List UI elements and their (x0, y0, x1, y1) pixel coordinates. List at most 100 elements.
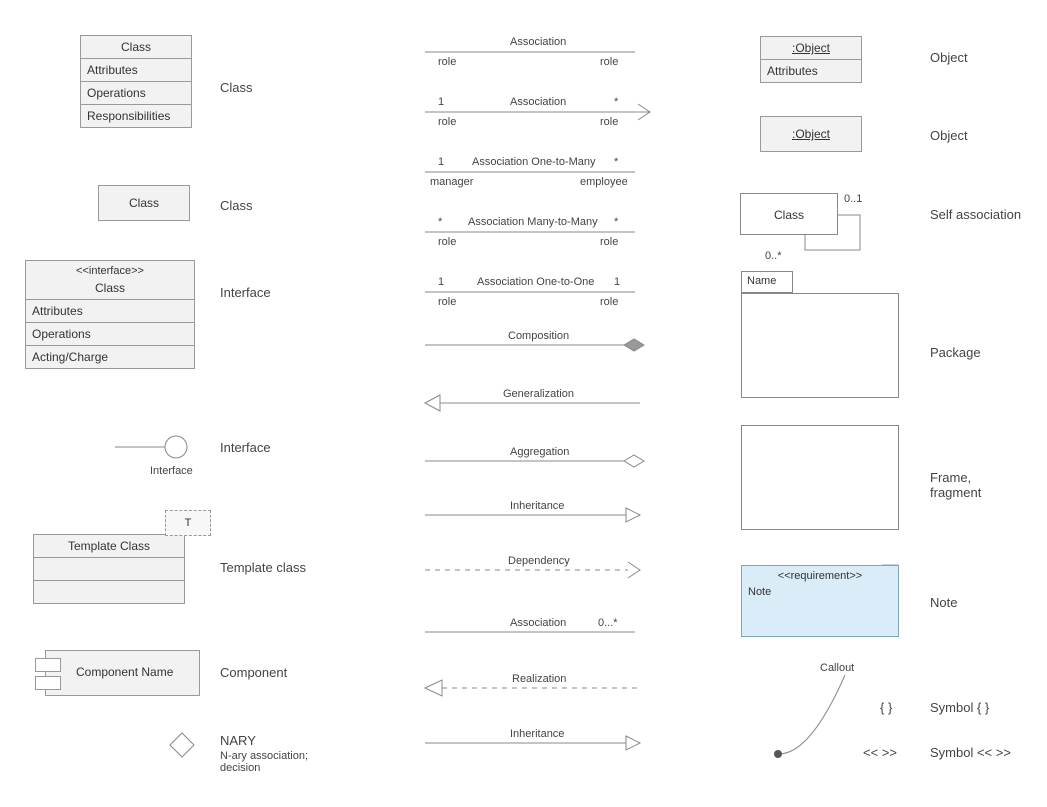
frame-body (741, 425, 899, 530)
assoc5-roleL: role (438, 296, 456, 308)
lollipop-label: Interface (150, 465, 193, 477)
label-package: Package (930, 345, 981, 360)
template-class-box: Template Class (33, 534, 185, 604)
assoc3-roleL: manager (430, 176, 473, 188)
component-box: Component Name (45, 650, 200, 696)
generalization-arrow-icon (425, 395, 440, 411)
label-class1: Class (220, 80, 253, 95)
assoc5-label: Association One-to-One (477, 276, 594, 288)
interface-title: Class (26, 277, 194, 300)
assoc2-label: Association (510, 96, 566, 108)
class-full-resp: Responsibilities (81, 105, 191, 127)
lollipop-circle-icon (165, 436, 187, 458)
template-param: T (165, 510, 211, 536)
assoc2-arrow-icon (638, 104, 650, 120)
selfassoc-mult-top: 0..1 (844, 193, 862, 205)
assoc1-roleR: role (600, 56, 618, 68)
realization-label: Realization (512, 673, 566, 685)
label-selfassoc: Self association (930, 207, 1021, 222)
selfassoc-mult-bot: 0..* (765, 250, 782, 262)
object2-box: :Object (760, 116, 862, 152)
aggregation-label: Aggregation (510, 446, 569, 458)
composition-label: Composition (508, 330, 569, 342)
symbol-angles: << >> (863, 745, 897, 760)
assoc-mult-mult: 0...* (598, 617, 618, 629)
assoc3-label: Association One-to-Many (472, 156, 596, 168)
note-stereo: <<requirement>> (742, 566, 898, 586)
uml-notation-diagram: Class Attributes Operations Responsibili… (10, 10, 1047, 797)
label-class2: Class (220, 198, 253, 213)
inheritance-arrow-icon (626, 508, 640, 522)
assoc3-roleR: employee (580, 176, 628, 188)
assoc2-roleL: role (438, 116, 456, 128)
label-interface2: Interface (220, 440, 271, 455)
class-full-box: Class Attributes Operations Responsibili… (80, 35, 192, 128)
component-port1-icon (35, 658, 61, 672)
aggregation-diamond-icon (624, 455, 644, 467)
interface-acting: Acting/Charge (26, 346, 194, 368)
object1-attr: Attributes (761, 60, 861, 82)
assoc4-multL: * (438, 216, 442, 228)
class-simple-box: Class (98, 185, 190, 221)
assoc2-multR: * (614, 96, 618, 108)
interface-stereo: <<interface>> (26, 261, 194, 277)
template-row1 (34, 558, 184, 581)
class-full-attr: Attributes (81, 59, 191, 82)
label-object2: Object (930, 128, 968, 143)
label-nary: NARY (220, 733, 256, 748)
nary-diamond-icon (170, 733, 194, 757)
object1-title: :Object (761, 37, 861, 60)
generalization-label: Generalization (503, 388, 574, 400)
object1-box: :Object Attributes (760, 36, 862, 83)
component-port2-icon (35, 676, 61, 690)
class-full-ops: Operations (81, 82, 191, 105)
assoc4-multR: * (614, 216, 618, 228)
inheritance2-arrow-icon (626, 736, 640, 750)
assoc4-label: Association Many-to-Many (468, 216, 598, 228)
assoc3-multR: * (614, 156, 618, 168)
interface-attr: Attributes (26, 300, 194, 323)
note-box: <<requirement>> Note (741, 565, 899, 637)
assoc2-roleR: role (600, 116, 618, 128)
dependency-arrow-icon (628, 562, 640, 578)
interface-ops: Operations (26, 323, 194, 346)
symbol-braces: { } (880, 700, 892, 715)
template-row2 (34, 581, 184, 603)
callout-text: Callout (820, 662, 854, 674)
label-frame: Frame, fragment (930, 470, 1020, 500)
label-interface1: Interface (220, 285, 271, 300)
callout-dot-icon (774, 750, 782, 758)
label-template: Template class (220, 560, 306, 575)
assoc4-roleR: role (600, 236, 618, 248)
assoc5-roleR: role (600, 296, 618, 308)
assoc2-multL: 1 (438, 96, 444, 108)
assoc1-roleL: role (438, 56, 456, 68)
label-symbol-angles: Symbol << >> (930, 745, 1011, 760)
label-note: Note (930, 595, 957, 610)
selfassoc-class-box: Class (740, 193, 838, 235)
callout-curve (778, 675, 845, 754)
template-title: Template Class (34, 535, 184, 558)
interface-class-box: <<interface>> Class Attributes Operation… (25, 260, 195, 369)
assoc1-label: Association (510, 36, 566, 48)
class-simple-title: Class (99, 186, 189, 220)
object2-title: :Object (761, 117, 861, 151)
realization-arrow-icon (425, 680, 442, 696)
inheritance2-label: Inheritance (510, 728, 564, 740)
inheritance-label: Inheritance (510, 500, 564, 512)
label-component: Component (220, 665, 287, 680)
label-nary-sub: N-ary association; decision (220, 750, 350, 774)
composition-diamond-icon (624, 339, 644, 351)
assoc4-roleL: role (438, 236, 456, 248)
assoc-mult-label: Association (510, 617, 566, 629)
component-title: Component Name (46, 651, 199, 683)
assoc5-multL: 1 (438, 276, 444, 288)
class-full-title: Class (81, 36, 191, 59)
label-object1: Object (930, 50, 968, 65)
dependency-label: Dependency (508, 555, 570, 567)
assoc3-multL: 1 (438, 156, 444, 168)
assoc5-multR: 1 (614, 276, 620, 288)
note-body: Note (742, 586, 898, 598)
package-body (741, 293, 899, 398)
package-tab: Name (741, 271, 793, 293)
